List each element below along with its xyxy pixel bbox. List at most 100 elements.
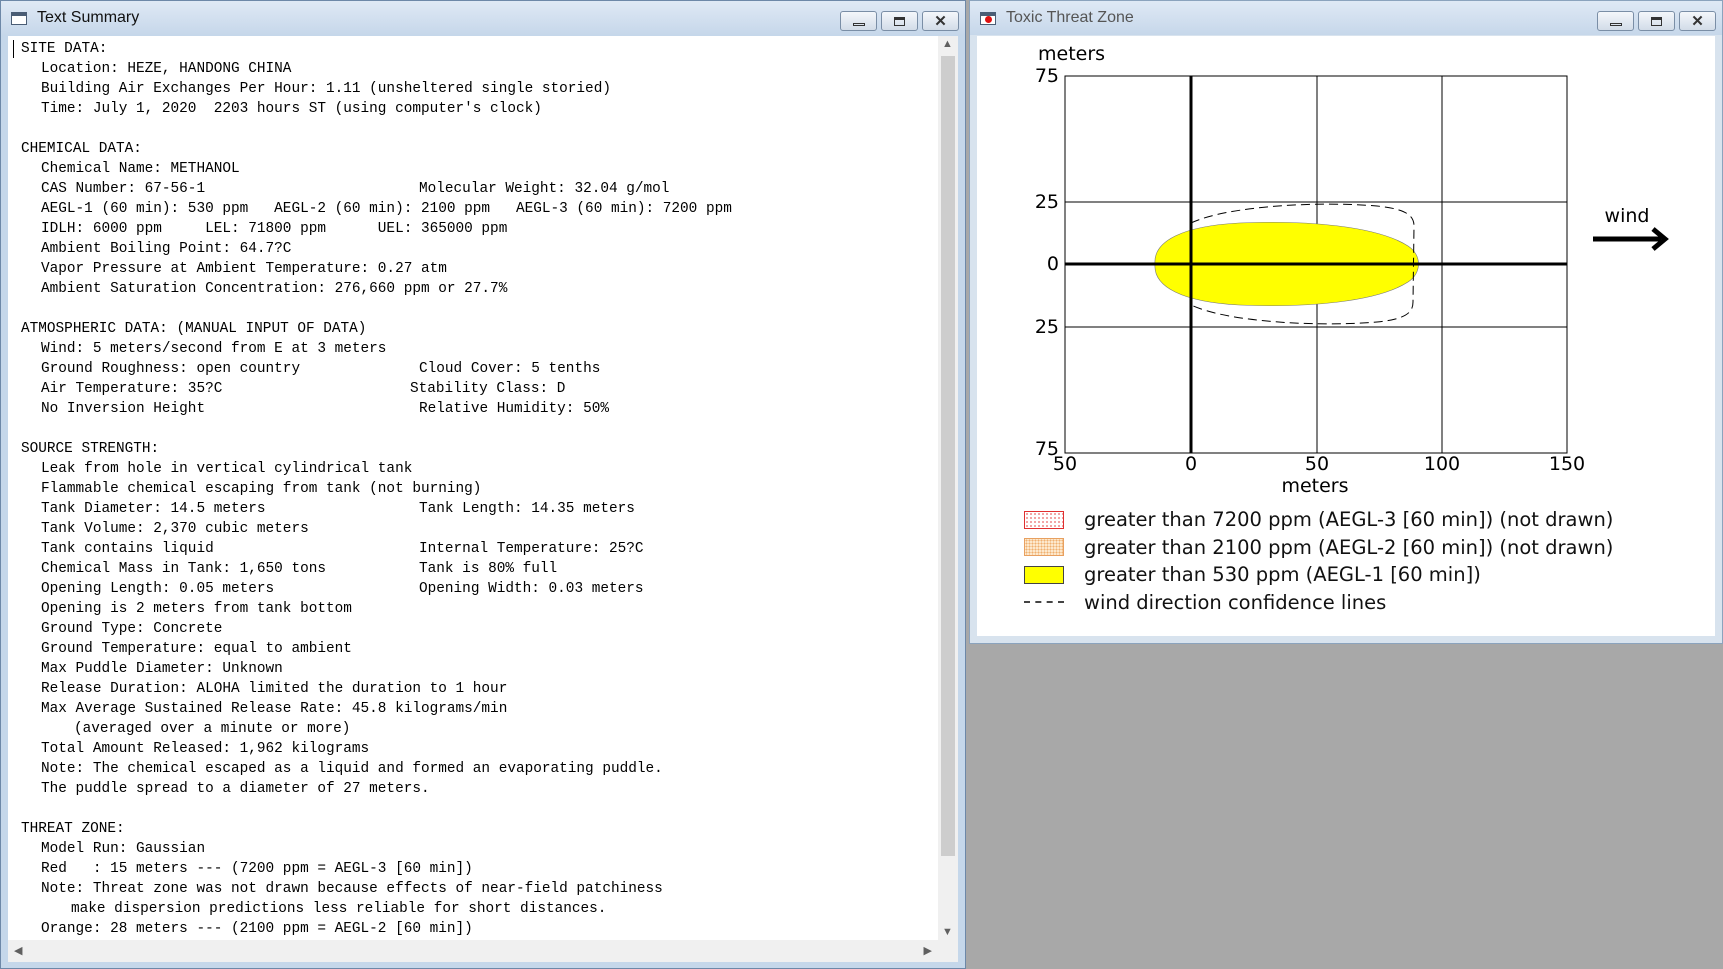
summary-line: Max Puddle Diameter: Unknown: [21, 659, 938, 679]
summary-line-text: Ambient Boiling Point: 64.7?C: [41, 241, 292, 257]
summary-line-text: Tank Diameter: 14.5 meters: [41, 501, 266, 517]
summary-line-text: Total Amount Released: 1,962 kilograms: [41, 741, 370, 757]
summary-line-text: THREAT ZONE:: [21, 821, 125, 837]
summary-line: Model Run: Gaussian: [21, 839, 938, 859]
summary-line-text: CAS Number: 67-56-1: [41, 181, 206, 197]
scroll-up-icon[interactable]: ▲: [942, 38, 953, 50]
legend-item: greater than 530 ppm (AEGL-1 [60 min]): [1024, 561, 1613, 589]
x-tick-label: 0: [1185, 453, 1197, 475]
summary-line: SITE DATA:: [21, 39, 938, 59]
maximize-button[interactable]: [1638, 11, 1675, 31]
summary-line: SOURCE STRENGTH:: [21, 439, 938, 459]
summary-line: Air Temperature: 35?C Stability Class: D: [21, 379, 938, 399]
summary-line-right-column: Cloud Cover: 5 tenths: [419, 361, 601, 377]
summary-line: Building Air Exchanges Per Hour: 1.11 (u…: [21, 79, 938, 99]
summary-line: Location: HEZE, HANDONG CHINA: [21, 59, 938, 79]
legend-label: greater than 530 ppm (AEGL-1 [60 min]): [1084, 563, 1481, 587]
summary-line: ATMOSPHERIC DATA: (MANUAL INPUT OF DATA): [21, 319, 938, 339]
summary-line: CHEMICAL DATA:: [21, 139, 938, 159]
text-summary-titlebar[interactable]: Text Summary ✕: [1, 1, 965, 35]
summary-line-text: Location: HEZE, HANDONG CHINA: [41, 61, 292, 77]
legend-label: greater than 2100 ppm (AEGL-2 [60 min]) …: [1084, 535, 1614, 559]
scrollbar-thumb[interactable]: [941, 56, 955, 856]
summary-line-text: Leak from hole in vertical cylindrical t…: [41, 461, 413, 477]
summary-line-text: Time: July 1, 2020 2203 hours ST (using …: [41, 101, 542, 117]
resize-grip[interactable]: [938, 940, 958, 962]
legend-item: wind direction confidence lines: [1024, 589, 1613, 617]
summary-line: Total Amount Released: 1,962 kilograms: [21, 739, 938, 759]
wind-label: wind: [1605, 205, 1650, 227]
summary-text[interactable]: SITE DATA: Location: HEZE, HANDONG CHINA B…: [8, 36, 938, 940]
summary-line-text: Red : 15 meters --- (7200 ppm = AEGL-3 […: [41, 861, 473, 877]
summary-line-text: Opening Length: 0.05 meters: [41, 581, 275, 597]
summary-line-right-column: Relative Humidity: 50%: [419, 401, 609, 417]
summary-line: Ambient Saturation Concentration: 276,66…: [21, 279, 938, 299]
summary-line: Release Duration: ALOHA limited the dura…: [21, 679, 938, 699]
summary-line: Ground Temperature: equal to ambient: [21, 639, 938, 659]
summary-line-text: Release Duration: ALOHA limited the dura…: [41, 681, 508, 697]
text-document-icon: [11, 12, 27, 25]
wind-arrow-icon: [1593, 227, 1669, 251]
summary-line-text: No Inversion Height: [41, 401, 206, 417]
summary-line-text: Note: Threat zone was not drawn because …: [41, 881, 663, 897]
summary-line-text: Ground Roughness: open country: [41, 361, 301, 377]
close-button[interactable]: ✕: [1679, 11, 1716, 31]
threat-zone-icon: [980, 12, 996, 25]
y-tick-label: 25: [1035, 316, 1059, 338]
y-tick-label: 25: [1035, 191, 1059, 213]
summary-line: Vapor Pressure at Ambient Temperature: 0…: [21, 259, 938, 279]
legend-item: greater than 2100 ppm (AEGL-2 [60 min]) …: [1024, 534, 1613, 562]
text-summary-window: Text Summary ✕ SITE DATA: Location: HEZE,…: [0, 0, 966, 969]
horizontal-scrollbar[interactable]: ◀ ▶: [8, 940, 938, 962]
maximize-button[interactable]: [881, 11, 918, 31]
legend-swatch-dashed: [1024, 601, 1064, 604]
close-button[interactable]: ✕: [922, 11, 959, 31]
maximize-icon: [894, 16, 905, 26]
close-icon: ✕: [934, 12, 947, 30]
legend-label: greater than 7200 ppm (AEGL-3 [60 min]) …: [1084, 508, 1614, 532]
summary-line-text: Max Average Sustained Release Rate: 45.8…: [41, 701, 508, 717]
summary-line: Max Average Sustained Release Rate: 45.8…: [21, 699, 938, 719]
summary-line: Opening Length: 0.05 meters Opening Width…: [21, 579, 938, 599]
summary-line-text: Chemical Mass in Tank: 1,650 tons: [41, 561, 326, 577]
summary-line-text: AEGL-1 (60 min): 530 ppm AEGL-2 (60 min)…: [41, 201, 732, 217]
summary-line: CAS Number: 67-56-1 Molecular Weight: 32.…: [21, 179, 938, 199]
summary-line-right-column: Stability Class: D: [410, 381, 566, 397]
summary-line-text: IDLH: 6000 ppm LEL: 71800 ppm UEL: 36500…: [41, 221, 508, 237]
summary-line-text: Model Run: Gaussian: [41, 841, 206, 857]
summary-line-text: Ambient Saturation Concentration: 276,66…: [41, 281, 508, 297]
scroll-right-icon[interactable]: ▶: [924, 944, 932, 957]
summary-line: Opening is 2 meters from tank bottom: [21, 599, 938, 619]
window-title: Text Summary: [37, 9, 140, 26]
scroll-left-icon[interactable]: ◀: [14, 944, 22, 957]
text-summary-content[interactable]: SITE DATA: Location: HEZE, HANDONG CHINA B…: [8, 36, 958, 962]
summary-line-text: Note: The chemical escaped as a liquid a…: [41, 761, 663, 777]
summary-line-text: Max Puddle Diameter: Unknown: [41, 661, 283, 677]
summary-line: No Inversion Height Relative Humidity: 50…: [21, 399, 938, 419]
minimize-icon: [852, 22, 865, 26]
summary-line-text: CHEMICAL DATA:: [21, 141, 142, 157]
minimize-button[interactable]: [1597, 11, 1634, 31]
summary-line: Chemical Mass in Tank: 1,650 tons Tank is…: [21, 559, 938, 579]
summary-line: IDLH: 6000 ppm LEL: 71800 ppm UEL: 36500…: [21, 219, 938, 239]
maximize-icon: [1651, 16, 1662, 26]
legend-label: wind direction confidence lines: [1084, 590, 1387, 614]
summary-line: Chemical Name: METHANOL: [21, 159, 938, 179]
x-tick-label: 150: [1549, 453, 1585, 475]
minimize-button[interactable]: [840, 11, 877, 31]
summary-line: Time: July 1, 2020 2203 hours ST (using …: [21, 99, 938, 119]
summary-line-text: Flammable chemical escaping from tank (n…: [41, 481, 482, 497]
summary-line: The puddle spread to a diameter of 27 me…: [21, 779, 938, 799]
y-tick-label: 0: [1047, 253, 1059, 275]
threat-zone-titlebar[interactable]: Toxic Threat Zone ✕: [970, 1, 1722, 35]
threat-zone-plot-area: meters 75 25 0 25 75 50 0 50 100 150 met…: [977, 36, 1715, 636]
legend-swatch-orange-dotted: [1024, 538, 1064, 557]
x-tick-label: 50: [1305, 453, 1329, 475]
vertical-scrollbar[interactable]: ▲ ▼: [938, 36, 958, 940]
summary-line: Ground Type: Concrete: [21, 619, 938, 639]
summary-line-text: Tank contains liquid: [41, 541, 214, 557]
summary-line: Ambient Boiling Point: 64.7?C: [21, 239, 938, 259]
scroll-down-icon[interactable]: ▼: [942, 926, 953, 938]
